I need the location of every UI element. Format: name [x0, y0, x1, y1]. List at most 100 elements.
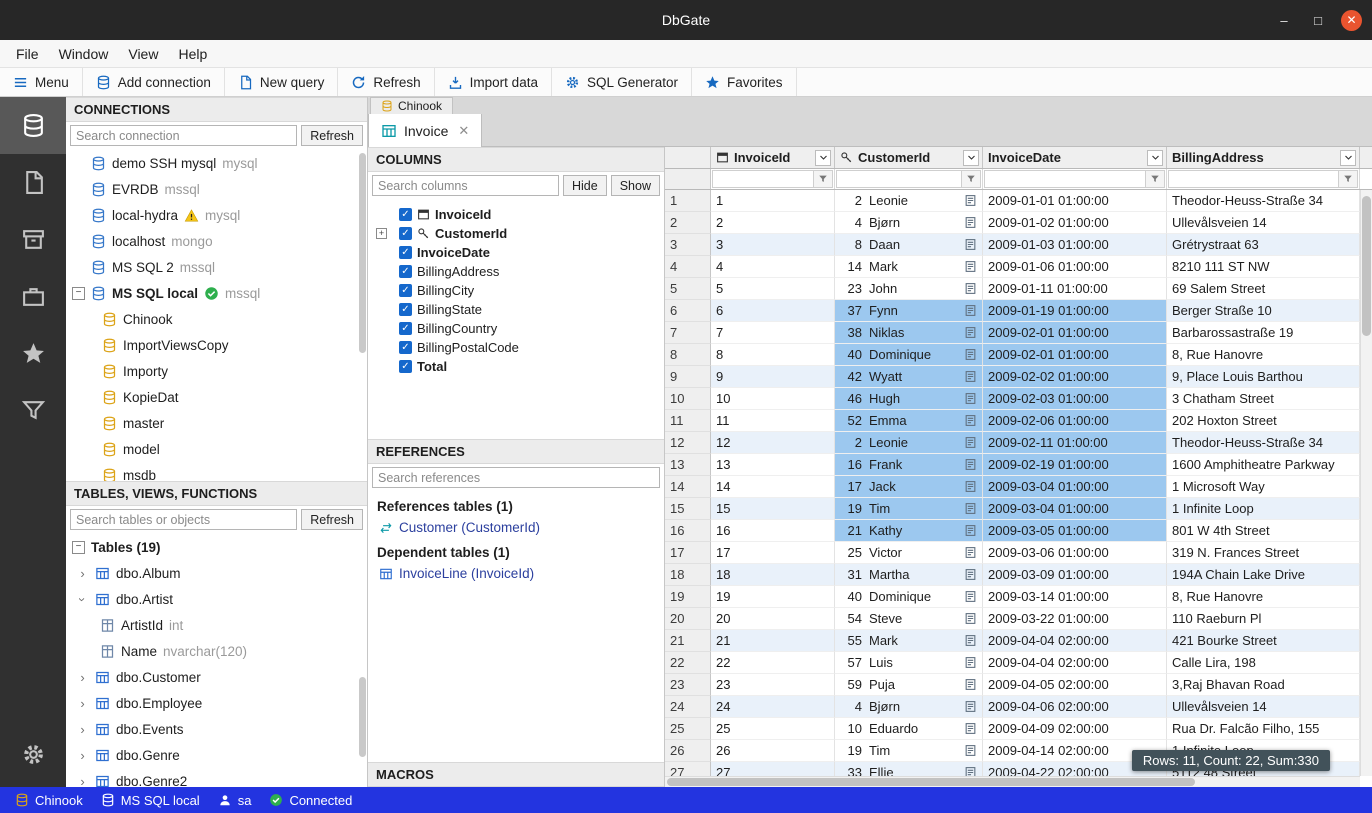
cell-invoiceid[interactable]: 15 [711, 498, 835, 520]
cell-invoicedate[interactable]: 2009-02-01 01:00:00 [983, 322, 1167, 344]
checkbox-billingcity[interactable]: ✓ [399, 284, 412, 297]
database-item-msdb[interactable]: msdb [66, 462, 367, 481]
cell-invoiceid[interactable]: 2 [711, 212, 835, 234]
cell-invoicedate[interactable]: 2009-03-05 01:00:00 [983, 520, 1167, 542]
close-button[interactable]: ✕ [1341, 10, 1362, 31]
checkbox-invoiceid[interactable]: ✓ [399, 208, 412, 221]
cell-invoiceid[interactable]: 1 [711, 190, 835, 212]
rail-star-button[interactable] [0, 325, 66, 382]
chevron-collapsed-icon[interactable]: › [76, 671, 89, 684]
reference-link-invoiceline-invoiceid[interactable]: InvoiceLine (InvoiceId) [377, 566, 655, 581]
database-item-chinook[interactable]: Chinook [66, 306, 367, 332]
cell-invoiceid[interactable]: 4 [711, 256, 835, 278]
open-referenced-record-icon[interactable] [964, 238, 977, 251]
open-referenced-record-icon[interactable] [964, 656, 977, 669]
open-referenced-record-icon[interactable] [964, 502, 977, 515]
open-referenced-record-icon[interactable] [964, 370, 977, 383]
chevron-collapsed-icon[interactable]: › [76, 749, 89, 762]
cell-billingaddress[interactable]: Ullevålsveien 14 [1167, 212, 1360, 234]
filter-menu-button[interactable] [1339, 170, 1358, 188]
cell-invoiceid[interactable]: 16 [711, 520, 835, 542]
column-header-billingaddress[interactable]: BillingAddress [1167, 147, 1360, 168]
cell-billingaddress[interactable]: 801 W 4th Street [1167, 520, 1360, 542]
column-menu-button[interactable] [1147, 150, 1163, 166]
table-item-dbo-artist[interactable]: ›dbo.Artist [66, 586, 367, 612]
table-item-dbo-album[interactable]: ›dbo.Album [66, 560, 367, 586]
references-search-input[interactable] [372, 467, 660, 488]
rail-archive-button[interactable] [0, 211, 66, 268]
filter-input-invoicedate[interactable] [984, 170, 1146, 188]
cell-invoiceid[interactable]: 11 [711, 410, 835, 432]
column-toggle-total[interactable]: ✓Total [368, 357, 664, 376]
cell-invoiceid[interactable]: 6 [711, 300, 835, 322]
database-item-master[interactable]: master [66, 410, 367, 436]
cell-customerid[interactable]: 14Mark [835, 256, 983, 278]
connections-refresh-button[interactable]: Refresh [301, 125, 363, 146]
cell-invoiceid[interactable]: 10 [711, 388, 835, 410]
tab-group-chinook[interactable]: Chinook [370, 97, 453, 114]
cell-invoicedate[interactable]: 2009-01-02 01:00:00 [983, 212, 1167, 234]
column-menu-button[interactable] [815, 150, 831, 166]
cell-invoicedate[interactable]: 2009-02-03 01:00:00 [983, 388, 1167, 410]
connection-item-localhost[interactable]: localhostmongo [66, 228, 367, 254]
table-item-dbo-genre2[interactable]: ›dbo.Genre2 [66, 768, 367, 787]
cell-invoiceid[interactable]: 3 [711, 234, 835, 256]
cell-invoicedate[interactable]: 2009-03-06 01:00:00 [983, 542, 1167, 564]
cell-billingaddress[interactable]: 1600 Amphitheatre Parkway [1167, 454, 1360, 476]
cell-invoiceid[interactable]: 8 [711, 344, 835, 366]
filter-input-customerid[interactable] [836, 170, 962, 188]
open-referenced-record-icon[interactable] [964, 612, 977, 625]
cell-invoiceid[interactable]: 13 [711, 454, 835, 476]
toolbar-sql-generator-button[interactable]: SQL Generator [552, 68, 692, 96]
menu-window[interactable]: Window [49, 43, 119, 65]
tables-search-input[interactable] [70, 509, 297, 530]
cell-invoicedate[interactable]: 2009-04-04 02:00:00 [983, 630, 1167, 652]
column-toggle-billingcity[interactable]: ✓BillingCity [368, 281, 664, 300]
cell-customerid[interactable]: 4Bjørn [835, 696, 983, 718]
toolbar-import-data-button[interactable]: Import data [435, 68, 552, 96]
cell-invoiceid[interactable]: 21 [711, 630, 835, 652]
table-item-dbo-genre[interactable]: ›dbo.Genre [66, 742, 367, 768]
vertical-scrollbar[interactable] [1360, 190, 1372, 776]
cell-invoicedate[interactable]: 2009-01-06 01:00:00 [983, 256, 1167, 278]
chevron-collapsed-icon[interactable]: › [76, 775, 89, 788]
database-item-model[interactable]: model [66, 436, 367, 462]
expand-icon[interactable]: + [376, 228, 387, 239]
cell-customerid[interactable]: 40Dominique [835, 344, 983, 366]
cell-billingaddress[interactable]: Calle Lira, 198 [1167, 652, 1360, 674]
open-referenced-record-icon[interactable] [964, 436, 977, 449]
chevron-collapsed-icon[interactable]: › [76, 723, 89, 736]
open-referenced-record-icon[interactable] [964, 678, 977, 691]
cell-invoiceid[interactable]: 22 [711, 652, 835, 674]
cell-invoicedate[interactable]: 2009-03-04 01:00:00 [983, 498, 1167, 520]
cell-billingaddress[interactable]: 8, Rue Hanovre [1167, 344, 1360, 366]
filter-menu-button[interactable] [1146, 170, 1165, 188]
filter-menu-button[interactable] [814, 170, 833, 188]
tables-refresh-button[interactable]: Refresh [301, 509, 363, 530]
cell-invoiceid[interactable]: 17 [711, 542, 835, 564]
cell-billingaddress[interactable]: 8, Rue Hanovre [1167, 586, 1360, 608]
cell-billingaddress[interactable]: 421 Bourke Street [1167, 630, 1360, 652]
cell-invoiceid[interactable]: 7 [711, 322, 835, 344]
cell-invoiceid[interactable]: 12 [711, 432, 835, 454]
columns-hide-button[interactable]: Hide [563, 175, 607, 196]
column-header-invoicedate[interactable]: InvoiceDate [983, 147, 1167, 168]
cell-customerid[interactable]: 31Martha [835, 564, 983, 586]
column-toggle-invoicedate[interactable]: ✓InvoiceDate [368, 243, 664, 262]
tab-invoice[interactable]: Invoice✕ [368, 114, 482, 147]
chevron-collapsed-icon[interactable]: › [76, 567, 89, 580]
cell-customerid[interactable]: 37Fynn [835, 300, 983, 322]
collapse-expander[interactable]: − [72, 287, 85, 300]
cell-billingaddress[interactable]: 69 Salem Street [1167, 278, 1360, 300]
cell-customerid[interactable]: 42Wyatt [835, 366, 983, 388]
cell-billingaddress[interactable]: 3 Chatham Street [1167, 388, 1360, 410]
cell-billingaddress[interactable]: Berger Straße 10 [1167, 300, 1360, 322]
cell-billingaddress[interactable]: 3,Raj Bhavan Road [1167, 674, 1360, 696]
database-item-importy[interactable]: Importy [66, 358, 367, 384]
column-toggle-customerid[interactable]: +✓CustomerId [368, 224, 664, 243]
close-tab-icon[interactable]: ✕ [458, 123, 469, 139]
checkbox-billingcountry[interactable]: ✓ [399, 322, 412, 335]
cell-billingaddress[interactable]: Barbarossastraße 19 [1167, 322, 1360, 344]
cell-billingaddress[interactable]: 319 N. Frances Street [1167, 542, 1360, 564]
open-referenced-record-icon[interactable] [964, 700, 977, 713]
